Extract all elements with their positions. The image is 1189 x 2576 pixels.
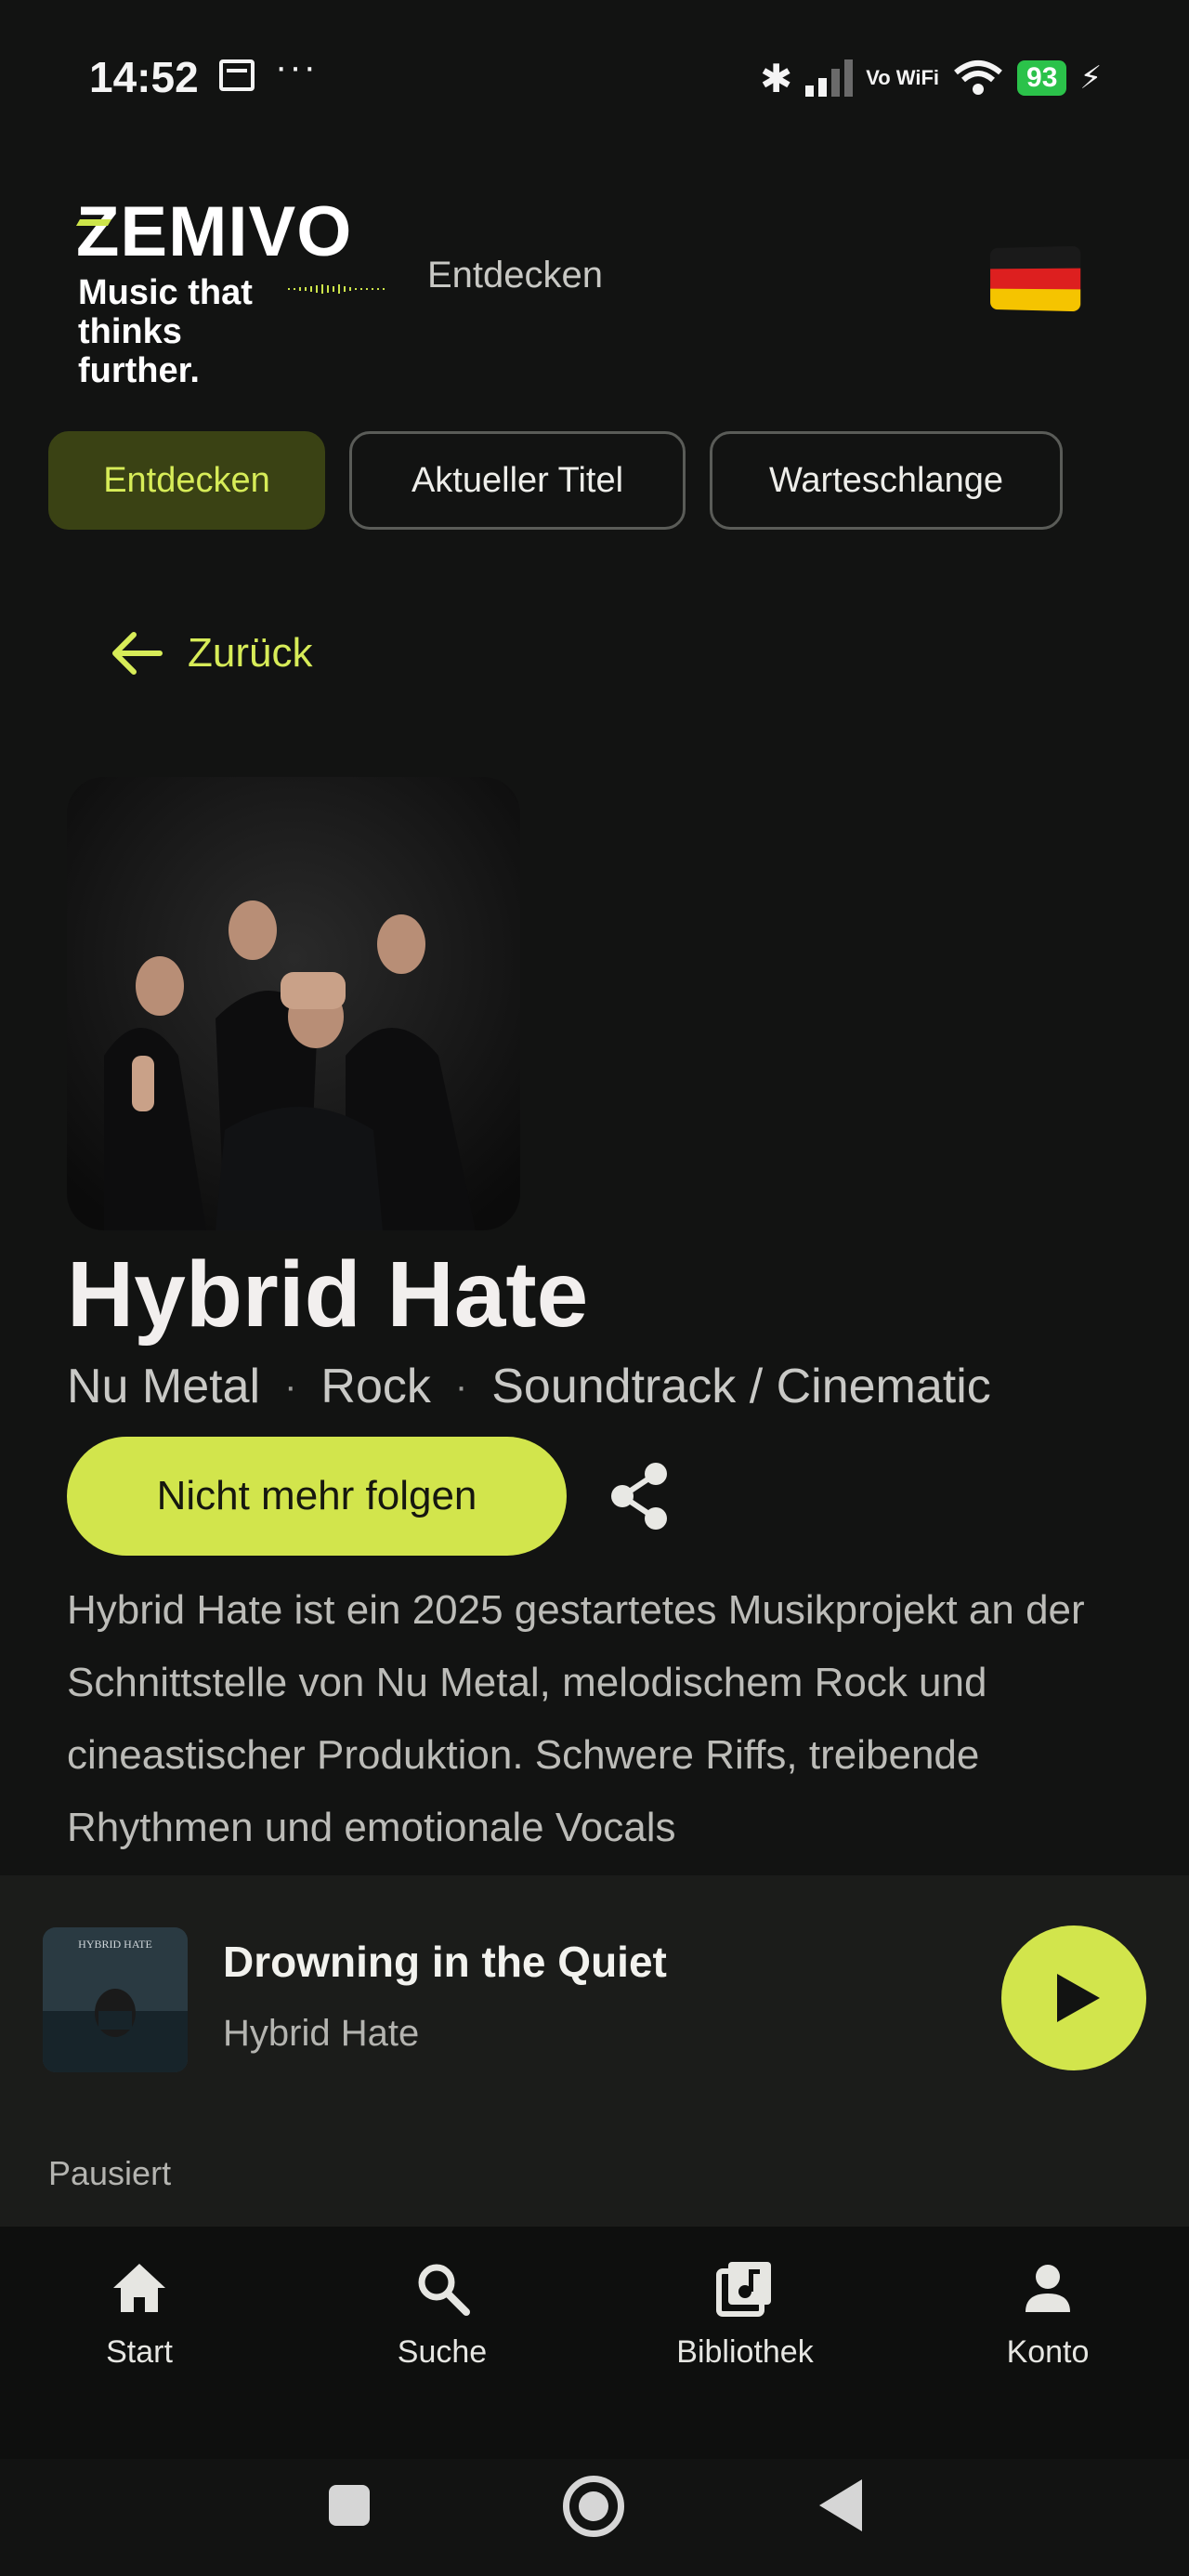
page-title: Entdecken — [427, 255, 604, 296]
artist-name: Hybrid Hate — [67, 1242, 589, 1347]
library-icon — [716, 2262, 771, 2317]
zemivo-logo[interactable]: ZEMIVO — [76, 191, 352, 272]
german-flag-icon[interactable] — [990, 245, 1081, 312]
track-artist[interactable]: Hybrid Hate — [223, 2013, 419, 2055]
genre-tag[interactable]: Soundtrack / Cinematic — [491, 1359, 991, 1414]
play-icon — [1057, 1974, 1100, 2022]
cover-text: HYBRID HATE — [78, 1938, 152, 1951]
track-title[interactable]: Drowning in the Quiet — [223, 1937, 667, 1987]
nav-item-bibliothek[interactable]: Bibliothek — [634, 2258, 856, 2371]
genre-tag[interactable]: Rock — [320, 1359, 430, 1414]
charging-icon: ⚡ — [1079, 60, 1103, 96]
genre-list: Nu Metal · Rock · Soundtrack / Cinematic — [67, 1359, 991, 1414]
tab-aktueller-titel[interactable]: Aktueller Titel — [349, 431, 686, 530]
logo-tagline: Music that thinks further. — [78, 273, 253, 390]
play-button[interactable] — [1001, 1925, 1146, 2070]
nav-label: Start — [106, 2334, 173, 2370]
nav-label: Suche — [397, 2334, 488, 2370]
home-icon — [113, 2264, 165, 2312]
nav-label: Bibliothek — [676, 2334, 814, 2370]
status-time: 14:52 — [89, 53, 199, 101]
tab-entdecken[interactable]: Entdecken — [48, 431, 325, 530]
wifi-icon — [954, 60, 1002, 95]
artist-photo — [67, 777, 520, 1230]
vowifi-indicator: Vo WiFi — [866, 66, 940, 89]
recent-apps-icon[interactable] — [329, 2485, 370, 2526]
nav-label: Konto — [1006, 2334, 1090, 2370]
track-cover[interactable]: HYBRID HATE — [43, 1927, 188, 2072]
logo-accent-stripe — [75, 219, 112, 226]
logo-waveform-icon — [288, 284, 385, 294]
back-system-icon[interactable] — [819, 2479, 862, 2531]
unfollow-button[interactable]: Nicht mehr folgen — [67, 1437, 567, 1556]
search-icon — [418, 2264, 470, 2316]
genre-tag[interactable]: Nu Metal — [67, 1359, 260, 1414]
back-button[interactable]: Zurück — [110, 630, 312, 677]
nav-item-suche[interactable]: Suche — [331, 2258, 554, 2371]
genre-separator: · — [284, 1365, 297, 1407]
battery-indicator: 93 — [1017, 60, 1067, 96]
calendar-icon — [219, 59, 255, 91]
home-system-icon[interactable] — [563, 2476, 624, 2537]
nav-item-start[interactable]: Start — [28, 2258, 251, 2371]
bluetooth-icon: ✱ — [760, 56, 793, 100]
playback-status: Pausiert — [48, 2154, 172, 2192]
share-icon[interactable] — [606, 1461, 673, 1531]
tab-warteschlange[interactable]: Warteschlange — [710, 431, 1063, 530]
more-notifications-icon: ··· — [275, 46, 318, 87]
nav-item-konto[interactable]: Konto — [936, 2258, 1159, 2371]
arrow-left-icon — [112, 632, 163, 675]
genre-separator: · — [454, 1365, 468, 1407]
account-icon — [1026, 2265, 1070, 2312]
artist-description: Hybrid Hate ist ein 2025 gestartetes Mus… — [67, 1587, 1085, 1850]
cell-signal-icon — [805, 59, 854, 97]
status-indicators: ✱ Vo WiFi 93 ⚡ — [760, 54, 1102, 102]
back-label: Zurück — [188, 630, 313, 676]
